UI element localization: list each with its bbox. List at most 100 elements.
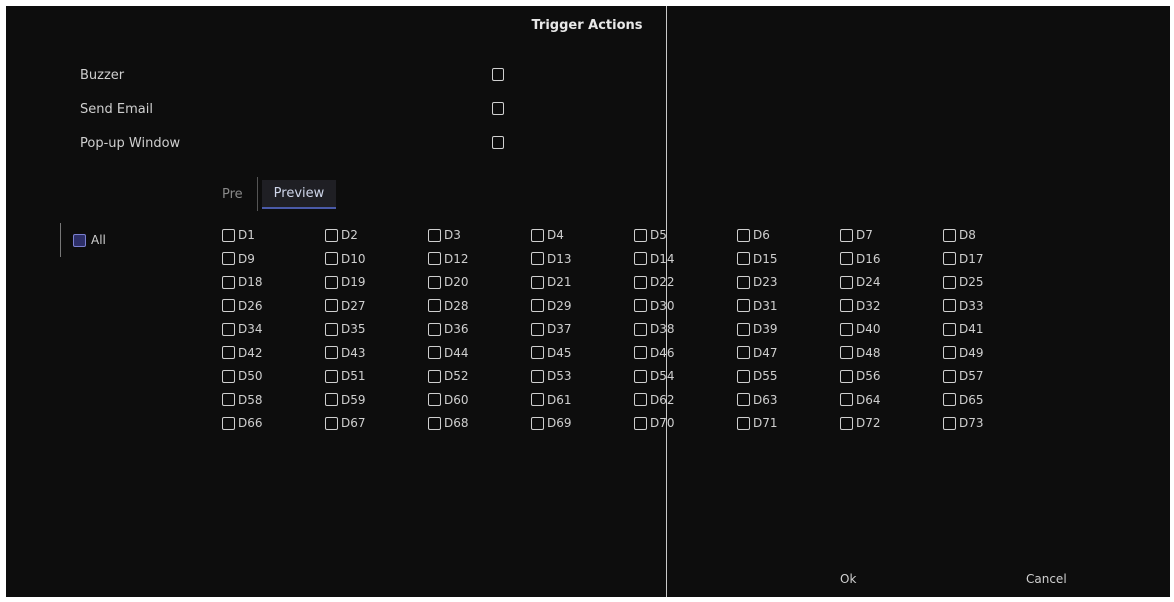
camera-item[interactable]: D43 — [325, 346, 366, 360]
camera-item[interactable]: D49 — [943, 346, 984, 360]
camera-item[interactable]: D71 — [737, 416, 778, 430]
camera-item[interactable]: D24 — [840, 275, 881, 289]
camera-checkbox[interactable] — [840, 346, 853, 359]
camera-checkbox[interactable] — [531, 275, 544, 289]
camera-checkbox[interactable] — [531, 228, 544, 242]
camera-checkbox[interactable] — [531, 346, 544, 359]
camera-checkbox[interactable] — [943, 416, 956, 430]
camera-item[interactable]: D26 — [222, 299, 263, 313]
select-all-checkbox[interactable] — [73, 233, 86, 247]
camera-checkbox[interactable] — [634, 369, 647, 383]
camera-checkbox[interactable] — [737, 322, 750, 336]
camera-item[interactable]: D48 — [840, 346, 881, 360]
camera-item[interactable]: D17 — [943, 252, 984, 266]
camera-item[interactable]: D58 — [222, 393, 263, 407]
camera-checkbox[interactable] — [325, 416, 338, 430]
camera-item[interactable]: D31 — [737, 299, 778, 313]
camera-item[interactable]: D57 — [943, 369, 984, 383]
camera-checkbox[interactable] — [428, 299, 441, 312]
camera-checkbox[interactable] — [428, 346, 441, 359]
option-popup-window-checkbox[interactable] — [492, 136, 504, 149]
camera-item[interactable]: D72 — [840, 416, 881, 430]
camera-checkbox[interactable] — [634, 299, 647, 312]
camera-checkbox[interactable] — [222, 228, 235, 242]
camera-checkbox[interactable] — [325, 322, 338, 336]
camera-item[interactable]: D45 — [531, 346, 572, 360]
camera-checkbox[interactable] — [222, 369, 235, 383]
camera-item[interactable]: D60 — [428, 393, 469, 407]
camera-item[interactable]: D12 — [428, 252, 469, 266]
camera-checkbox[interactable] — [840, 369, 853, 383]
camera-item[interactable]: D16 — [840, 252, 881, 266]
camera-checkbox[interactable] — [222, 322, 235, 336]
camera-checkbox[interactable] — [222, 275, 235, 289]
camera-item[interactable]: D55 — [737, 369, 778, 383]
camera-item[interactable]: D64 — [840, 393, 881, 407]
camera-item[interactable]: D36 — [428, 322, 469, 336]
camera-checkbox[interactable] — [943, 275, 956, 289]
camera-checkbox[interactable] — [325, 299, 338, 312]
camera-checkbox[interactable] — [737, 228, 750, 242]
camera-item[interactable]: D3 — [428, 228, 461, 242]
camera-checkbox[interactable] — [325, 346, 338, 359]
camera-checkbox[interactable] — [943, 346, 956, 359]
camera-checkbox[interactable] — [737, 369, 750, 383]
camera-item[interactable]: D10 — [325, 252, 366, 266]
camera-checkbox[interactable] — [634, 275, 647, 289]
camera-item[interactable]: D21 — [531, 275, 572, 289]
camera-item[interactable]: D2 — [325, 228, 358, 242]
camera-item[interactable]: D22 — [634, 275, 675, 289]
camera-item[interactable]: D61 — [531, 393, 572, 407]
camera-item[interactable]: D15 — [737, 252, 778, 266]
camera-checkbox[interactable] — [325, 252, 338, 265]
camera-item[interactable]: D23 — [737, 275, 778, 289]
camera-checkbox[interactable] — [634, 393, 647, 406]
camera-checkbox[interactable] — [737, 252, 750, 265]
camera-checkbox[interactable] — [840, 416, 853, 430]
camera-checkbox[interactable] — [943, 299, 956, 312]
camera-item[interactable]: D4 — [531, 228, 564, 242]
tab-pre[interactable]: Pre — [212, 181, 253, 208]
camera-checkbox[interactable] — [634, 322, 647, 336]
camera-checkbox[interactable] — [943, 252, 956, 265]
camera-item[interactable]: D69 — [531, 416, 572, 430]
camera-item[interactable]: D39 — [737, 322, 778, 336]
camera-item[interactable]: D8 — [943, 228, 976, 242]
camera-checkbox[interactable] — [737, 346, 750, 359]
camera-item[interactable]: D13 — [531, 252, 572, 266]
camera-checkbox[interactable] — [428, 369, 441, 383]
camera-checkbox[interactable] — [943, 228, 956, 242]
camera-item[interactable]: D42 — [222, 346, 263, 360]
camera-item[interactable]: D18 — [222, 275, 263, 289]
camera-item[interactable]: D14 — [634, 252, 675, 266]
camera-item[interactable]: D70 — [634, 416, 675, 430]
camera-item[interactable]: D30 — [634, 299, 675, 313]
camera-checkbox[interactable] — [222, 252, 235, 265]
camera-checkbox[interactable] — [634, 416, 647, 430]
camera-checkbox[interactable] — [531, 322, 544, 336]
camera-checkbox[interactable] — [325, 275, 338, 289]
camera-item[interactable]: D46 — [634, 346, 675, 360]
camera-checkbox[interactable] — [634, 346, 647, 359]
camera-checkbox[interactable] — [428, 275, 441, 289]
camera-checkbox[interactable] — [737, 299, 750, 312]
camera-item[interactable]: D34 — [222, 322, 263, 336]
camera-item[interactable]: D27 — [325, 299, 366, 313]
camera-item[interactable]: D25 — [943, 275, 984, 289]
option-buzzer-checkbox[interactable] — [492, 68, 504, 81]
camera-checkbox[interactable] — [943, 393, 956, 406]
camera-checkbox[interactable] — [531, 393, 544, 406]
camera-item[interactable]: D47 — [737, 346, 778, 360]
camera-item[interactable]: D37 — [531, 322, 572, 336]
camera-checkbox[interactable] — [222, 393, 235, 406]
camera-checkbox[interactable] — [222, 416, 235, 430]
camera-item[interactable]: D65 — [943, 393, 984, 407]
option-send-email-checkbox[interactable] — [492, 102, 504, 115]
camera-item[interactable]: D38 — [634, 322, 675, 336]
camera-item[interactable]: D20 — [428, 275, 469, 289]
camera-item[interactable]: D29 — [531, 299, 572, 313]
camera-item[interactable]: D6 — [737, 228, 770, 242]
camera-item[interactable]: D54 — [634, 369, 675, 383]
camera-item[interactable]: D9 — [222, 252, 255, 266]
camera-checkbox[interactable] — [943, 369, 956, 383]
